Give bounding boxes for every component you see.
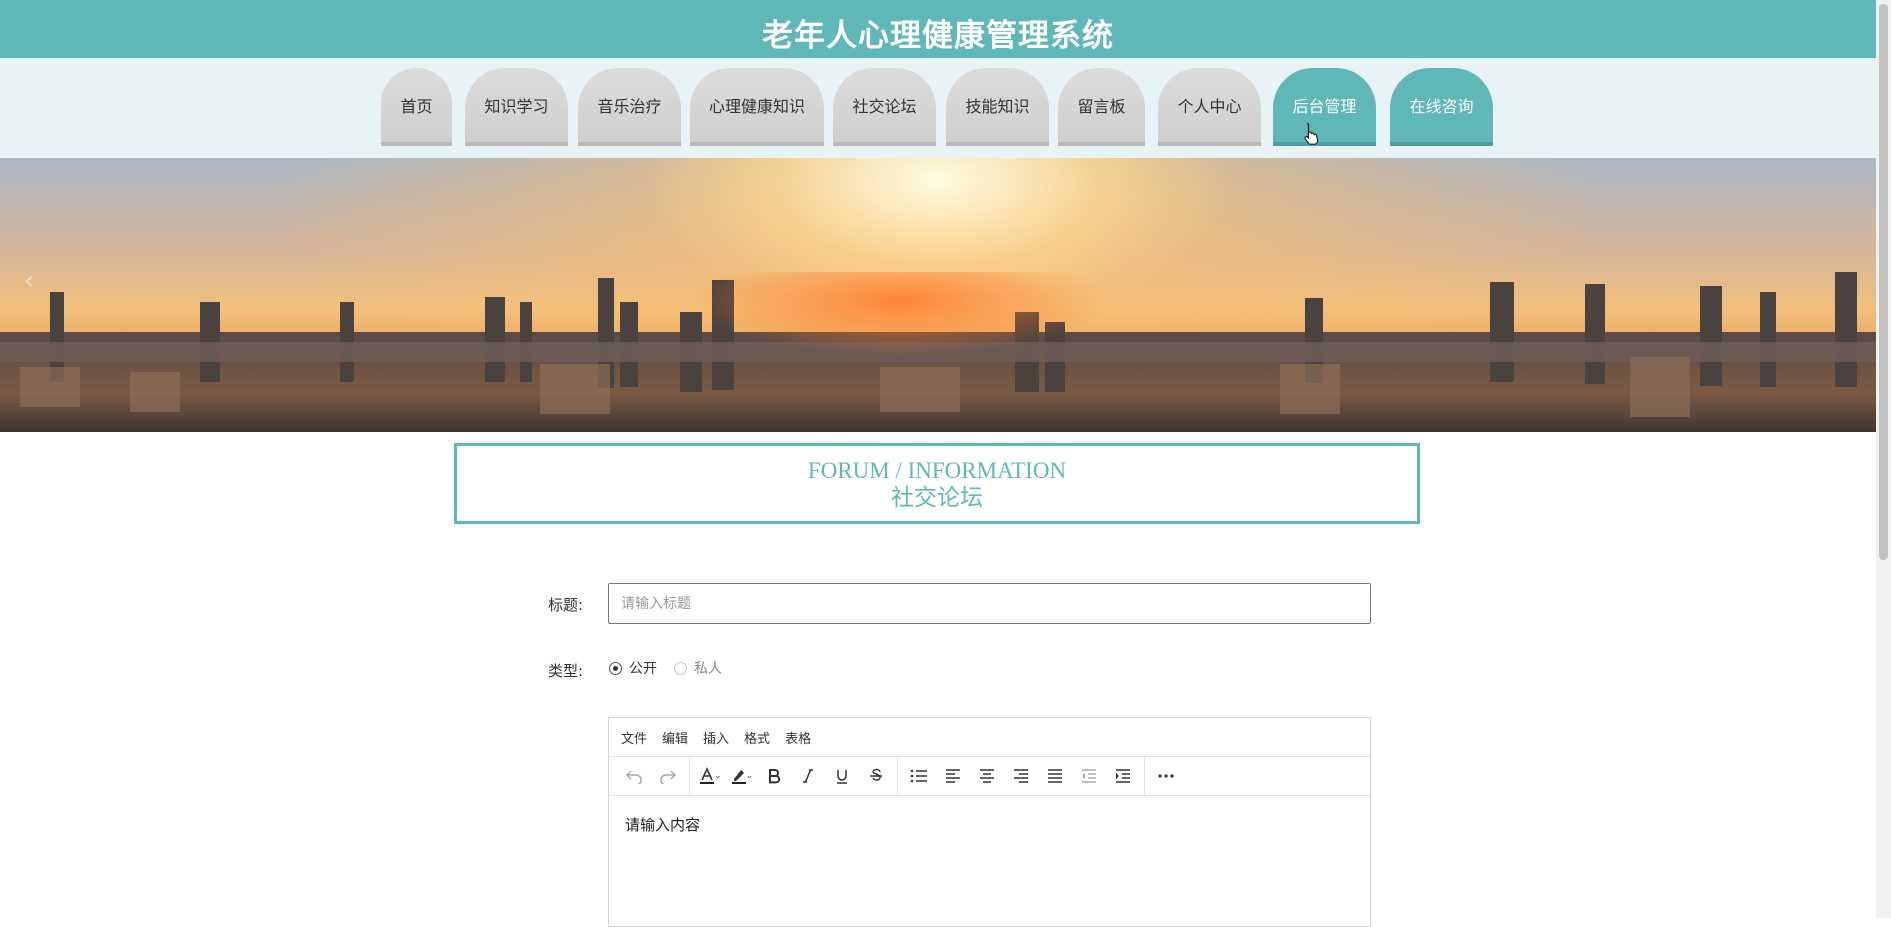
vertical-scrollbar[interactable] (1876, 0, 1891, 918)
main-nav: 首页 知识学习 音乐治疗 心理健康知识 社交论坛 技能知识 留言板 个人中心 后… (0, 58, 1876, 158)
underline-icon[interactable] (825, 761, 859, 791)
page: 老年人心理健康管理系统 首页 知识学习 音乐治疗 心理健康知识 社交论坛 技能知… (0, 0, 1891, 927)
undo-icon[interactable] (617, 761, 651, 791)
align-right-icon[interactable] (1004, 761, 1038, 791)
type-option-label: 私人 (694, 661, 722, 677)
align-center-icon[interactable] (970, 761, 1004, 791)
menu-table[interactable]: 表格 (785, 728, 811, 747)
nav-item-personal-center[interactable]: 个人中心 (1158, 68, 1261, 146)
align-left-icon[interactable] (936, 761, 970, 791)
nav-item-mental-health[interactable]: 心理健康知识 (690, 68, 824, 146)
menu-format[interactable]: 格式 (744, 728, 770, 747)
toolbar-divider (1144, 757, 1146, 795)
type-radio-public[interactable]: 公开 (609, 658, 657, 678)
rich-text-editor: 文件 编辑 插入 格式 表格 ⌄ ⌄ 请输入内容 (608, 717, 1371, 927)
menu-edit[interactable]: 编辑 (662, 728, 688, 747)
radio-checked-icon[interactable] (609, 661, 622, 675)
title-label: 标题: (548, 596, 584, 614)
redo-icon[interactable] (651, 761, 685, 791)
app-header: 老年人心理健康管理系统 (0, 0, 1876, 58)
hero-banner: ‹ (0, 158, 1876, 432)
title-input[interactable] (608, 583, 1371, 624)
carousel-prev-icon[interactable]: ‹ (16, 266, 42, 306)
toolbar-divider (689, 757, 690, 795)
section-title-box: FORUM / INFORMATION 社交论坛 (454, 443, 1420, 524)
nav-item-admin[interactable]: 后台管理 (1273, 68, 1376, 146)
type-label: 类型: (548, 662, 584, 680)
menu-insert[interactable]: 插入 (703, 728, 729, 747)
indent-icon[interactable] (1106, 761, 1140, 791)
nav-item-online-consult[interactable]: 在线咨询 (1390, 68, 1493, 146)
bullet-list-icon[interactable] (902, 761, 936, 791)
editor-content-area[interactable]: 请输入内容 (609, 796, 1370, 853)
bold-icon[interactable] (757, 761, 791, 791)
scrollbar-thumb[interactable] (1879, 4, 1888, 560)
radio-unchecked-icon[interactable] (674, 661, 687, 675)
nav-item-home[interactable]: 首页 (381, 68, 452, 146)
nav-item-social-forum[interactable]: 社交论坛 (833, 68, 936, 146)
editor-menubar: 文件 编辑 插入 格式 表格 (609, 718, 1370, 757)
highlight-icon[interactable] (726, 761, 752, 791)
city-skyline-image (0, 272, 1876, 432)
hand-cursor-icon (1304, 122, 1319, 145)
type-radio-private[interactable]: 私人 (674, 658, 722, 678)
nav-item-music-therapy[interactable]: 音乐治疗 (578, 68, 681, 146)
nav-item-knowledge-learning[interactable]: 知识学习 (465, 68, 568, 146)
nav-item-message-board[interactable]: 留言板 (1058, 68, 1145, 146)
editor-toolbar: ⌄ ⌄ (609, 757, 1370, 796)
more-icon[interactable] (1149, 761, 1183, 791)
outdent-icon[interactable] (1072, 761, 1106, 791)
nav-item-skills[interactable]: 技能知识 (946, 68, 1049, 146)
font-color-icon[interactable] (694, 761, 720, 791)
justify-icon[interactable] (1038, 761, 1072, 791)
toolbar-divider (897, 757, 899, 795)
italic-icon[interactable] (791, 761, 825, 791)
app-title: 老年人心理健康管理系统 (762, 18, 1114, 54)
strikethrough-icon[interactable] (859, 761, 893, 791)
menu-file[interactable]: 文件 (621, 728, 647, 747)
type-option-label: 公开 (629, 661, 657, 677)
section-title-cn: 社交论坛 (891, 485, 983, 510)
editor-placeholder: 请输入内容 (625, 816, 701, 834)
section-title-en: FORUM / INFORMATION (807, 458, 1067, 483)
